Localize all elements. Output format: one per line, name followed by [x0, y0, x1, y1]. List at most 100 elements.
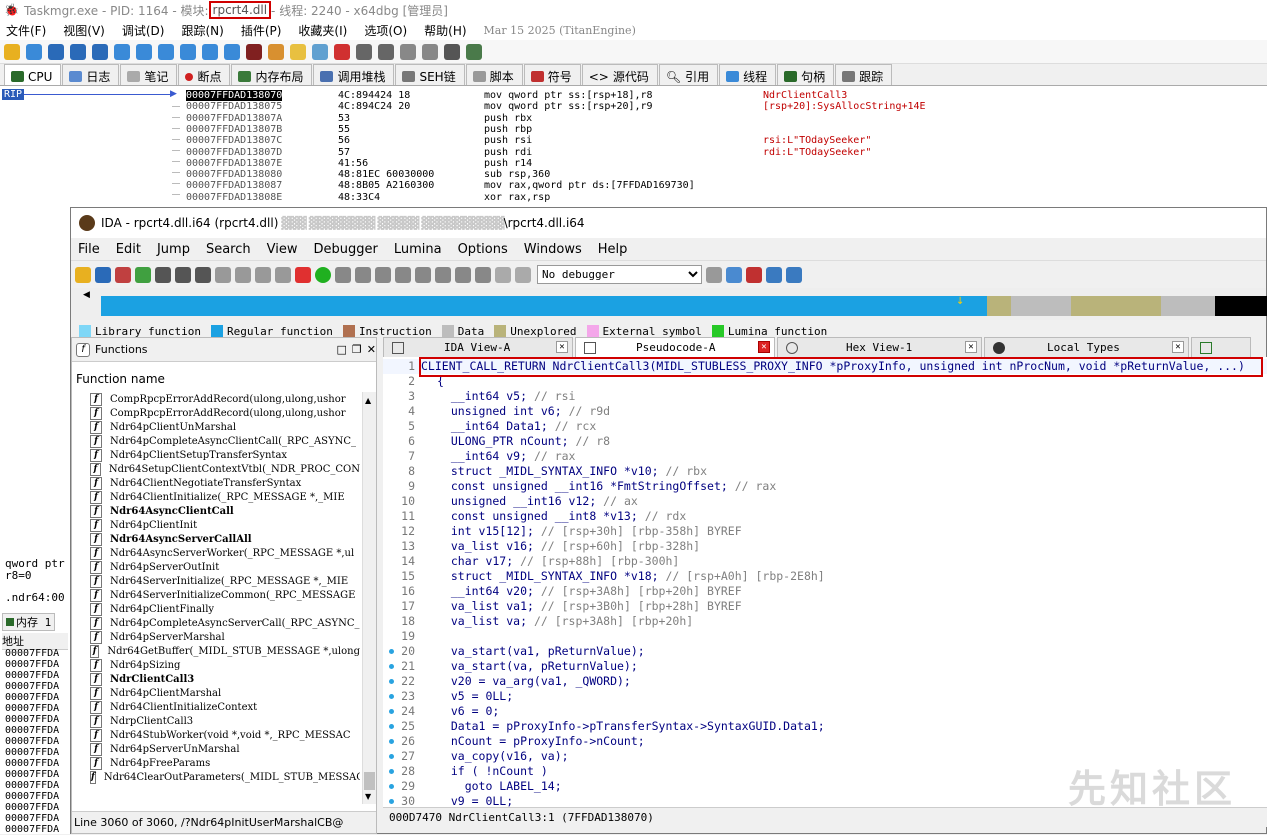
dump-address-row[interactable]: 00007FFDA: [5, 813, 59, 824]
close-icon[interactable]: ✕: [1172, 341, 1184, 353]
function-list-item[interactable]: f CompRpcpErrorAddRecord(ulong,ulong,usho…: [90, 392, 360, 406]
pseudocode-line[interactable]: 22 v20 = va_arg(va1, _QWORD);: [383, 674, 1267, 689]
menu-edit[interactable]: Edit: [116, 242, 141, 257]
comment-icon[interactable]: [268, 43, 284, 60]
close-icon[interactable]: ✕: [367, 343, 376, 356]
data-icon[interactable]: [395, 266, 411, 283]
menu-trace[interactable]: 跟踪(N): [181, 22, 223, 39]
disasm-row[interactable]: 00007FFDAD13807C 56 push rsi rsi:L"TOdaySee…: [0, 135, 1267, 146]
font-a-icon[interactable]: [255, 266, 271, 283]
pseudocode-line[interactable]: 23 v5 = 0LL;: [383, 689, 1267, 704]
function-list-item[interactable]: f Ndr64ClientInitialize(_RPC_MESSAGE *,_M…: [90, 490, 360, 504]
hex-icon[interactable]: [155, 266, 171, 283]
menu-icon[interactable]: [275, 266, 291, 283]
close-icon[interactable]: ✕: [556, 341, 568, 353]
pseudocode-line[interactable]: 24 v6 = 0;: [383, 704, 1267, 719]
disasm-row[interactable]: 00007FFDAD13807A 53 push rbx: [0, 113, 1267, 124]
function-list-item[interactable]: f Ndr64pClientUnMarshal: [90, 420, 360, 434]
pseudocode-line[interactable]: 16 __int64 v20; // [rsp+3A8h] [rbp+20h] …: [383, 584, 1267, 599]
pseudocode-line[interactable]: 21 va_start(va, pReturnValue);: [383, 659, 1267, 674]
connect-icon[interactable]: [726, 266, 742, 283]
window-icon[interactable]: [786, 266, 802, 283]
menu-jump[interactable]: Jump: [157, 242, 190, 257]
tab-seh[interactable]: SEH链: [395, 64, 465, 85]
disasm-row[interactable]: 00007FFDAD13807E 41:56 push r14: [0, 158, 1267, 169]
scroll-up-icon[interactable]: ▲: [365, 396, 371, 405]
dump-address-row[interactable]: 00007FFDA: [5, 670, 59, 681]
restore-icon[interactable]: □: [337, 343, 347, 356]
list-icon[interactable]: [746, 266, 762, 283]
disasm-row[interactable]: 00007FFDAD138087 48:8B05 A2160300 mov rax,…: [0, 180, 1267, 191]
menu-debugger[interactable]: Debugger: [313, 242, 377, 257]
tab-pseudocode-a[interactable]: Pseudocode-A ✕: [575, 337, 775, 357]
functions-scrollbar[interactable]: ▲ ▼: [362, 392, 376, 804]
patch-icon[interactable]: [435, 266, 451, 283]
dump-address-row[interactable]: 00007FFDA: [5, 758, 59, 769]
pseudocode-line[interactable]: 25 Data1 = pProxyInfo->pTransferSyntax->…: [383, 719, 1267, 734]
function-list-item[interactable]: f Ndr64pClientInit: [90, 518, 360, 532]
dump-address-row[interactable]: 00007FFDA: [5, 692, 59, 703]
tab-trace[interactable]: 跟踪: [835, 64, 893, 85]
disasm-row[interactable]: 00007FFDAD138070 4C:894424 18 mov qword pt…: [0, 90, 1267, 101]
calculator-icon[interactable]: [444, 43, 460, 60]
pseudocode-line[interactable]: 4 unsigned int v6; // r9d: [383, 404, 1267, 419]
run-to-user-code-icon[interactable]: [224, 43, 240, 60]
dump-address-row[interactable]: 00007FFDA: [5, 714, 59, 725]
dump-address-row[interactable]: 00007FFDA: [5, 725, 59, 736]
code-icon[interactable]: [375, 266, 391, 283]
tab-notes[interactable]: 笔记: [120, 64, 178, 85]
function-list-item[interactable]: f Ndr64AsyncServerCallAll: [90, 532, 360, 546]
menu-help[interactable]: Help: [598, 242, 628, 257]
menu-view[interactable]: 视图(V): [63, 22, 105, 39]
disasm-row[interactable]: 00007FFDAD13808E 48:33C4 xor rax,rsp: [0, 192, 1267, 203]
menu-view[interactable]: View: [267, 242, 298, 257]
save-icon[interactable]: [95, 266, 111, 283]
label-icon[interactable]: [290, 43, 306, 60]
menu-windows[interactable]: Windows: [524, 242, 582, 257]
imports-icon[interactable]: [215, 266, 231, 283]
pseudocode-line[interactable]: 12 int v15[12]; // [rsp+30h] [rbp-358h] …: [383, 524, 1267, 539]
navigation-band-strip[interactable]: ↓: [101, 296, 1267, 316]
breakpoint-icon[interactable]: [334, 43, 350, 60]
tab-source[interactable]: <> 源代码: [581, 64, 658, 85]
text-icon[interactable]: [175, 266, 191, 283]
tab-memory-dump-1[interactable]: 内存 1: [2, 613, 56, 631]
tab-call-stack[interactable]: 调用堆栈: [313, 64, 395, 85]
menu-file[interactable]: 文件(F): [6, 22, 46, 39]
function-icon[interactable]: [356, 43, 372, 60]
pseudocode-line[interactable]: 13 va_list v16; // [rsp+60h] [rbp-328h]: [383, 539, 1267, 554]
pseudocode-line[interactable]: 9 const unsigned __int16 *FmtStringOffse…: [383, 479, 1267, 494]
menu-lumina[interactable]: Lumina: [394, 242, 442, 257]
pseudocode-line[interactable]: 19: [383, 629, 1267, 644]
disasm-row[interactable]: 00007FFDAD13807D 57 push rdi rdi:L"TOdaySee…: [0, 147, 1267, 158]
dump-address-row[interactable]: 00007FFDA: [5, 648, 59, 659]
pseudocode-line[interactable]: 11 const unsigned __int8 *v13; // rdx: [383, 509, 1267, 524]
tab-handles[interactable]: 句柄: [777, 64, 835, 85]
pseudocode-line[interactable]: 15 struct _MIDL_SYNTAX_INFO *v18; // [rs…: [383, 569, 1267, 584]
disasm-row[interactable]: 00007FFDAD138075 4C:894C24 20 mov qword pt…: [0, 101, 1267, 112]
navigation-band[interactable]: ◀ ↓: [71, 288, 1267, 320]
pseudocode-view[interactable]: 1 CLIENT_CALL_RETURN NdrClientCall3(MIDL_…: [383, 357, 1267, 807]
tab-hex-view-1[interactable]: Hex View-1 ✕: [777, 337, 982, 357]
pseudocode-line[interactable]: 5 __int64 Data1; // rcx: [383, 419, 1267, 434]
graph-icon[interactable]: [195, 266, 211, 283]
diamond-icon[interactable]: [455, 266, 471, 283]
function-list-item[interactable]: f Ndr64pCompleteAsyncClientCall(_RPC_ASYN…: [90, 434, 360, 448]
tab-more[interactable]: [1191, 337, 1251, 357]
pseudocode-line[interactable]: 10 unsigned __int16 v12; // ax: [383, 494, 1267, 509]
dump-address-row[interactable]: 00007FFDA: [5, 736, 59, 747]
function-list-item[interactable]: f Ndr64StubWorker(void *,void *,_RPC_MESS…: [90, 728, 360, 742]
function-list-item[interactable]: f Ndr64pSizing: [90, 658, 360, 672]
pause-icon[interactable]: [495, 266, 511, 283]
debugger-select[interactable]: No debugger: [537, 265, 702, 284]
disassembly-view[interactable]: RIP ▶ 00007FFDAD138070 4C:894424 18 mov qw…: [0, 88, 1267, 208]
disasm-row[interactable]: 00007FFDAD13807B 55 push rbp: [0, 124, 1267, 135]
menu-plugins[interactable]: 插件(P): [241, 22, 282, 39]
dump-address-row[interactable]: 00007FFDA: [5, 747, 59, 758]
trace-over-icon[interactable]: [180, 43, 196, 60]
tab-script[interactable]: 脚本: [465, 64, 523, 85]
function-list-item[interactable]: f Ndr64pFreeParams: [90, 756, 360, 770]
pseudocode-line[interactable]: 14 char v17; // [rsp+88h] [rbp-300h]: [383, 554, 1267, 569]
pseudocode-line[interactable]: 18 va_list va; // [rsp+3A8h] [rbp+20h]: [383, 614, 1267, 629]
nav-left-arrow-icon[interactable]: ◀: [83, 290, 90, 300]
